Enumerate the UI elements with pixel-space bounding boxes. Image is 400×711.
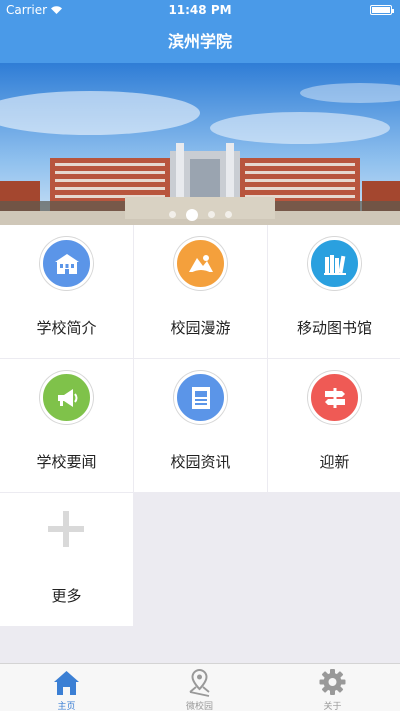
grid-item-label: 校园资讯 [170,453,231,471]
school-building-icon [40,237,93,290]
tab-home[interactable]: 主页 [0,664,133,711]
grid-item-school-news[interactable]: 学校要闻 [0,359,133,492]
tab-micro-campus[interactable]: 微校园 [133,664,266,711]
status-bar: Carrier 11:48 PM [0,0,400,20]
grid-item-label: 移动图书馆 [296,319,372,337]
carousel-indicator[interactable] [0,204,400,223]
gear-icon [316,668,349,698]
tab-label: 关于 [323,702,342,711]
signpost-icon [308,371,361,424]
megaphone-icon [40,371,93,424]
location-pin-icon [183,668,216,698]
grid-item-school-intro[interactable]: 学校简介 [0,225,133,358]
grid-item-label: 学校要闻 [36,453,97,471]
grid-item-campus-info[interactable]: 校园资讯 [134,359,267,492]
grid-item-more[interactable]: 更多 [0,493,133,626]
bookshelf-icon [308,237,361,290]
clock: 11:48 PM [168,3,232,17]
page-title: 滨州学院 [167,32,232,51]
newspaper-icon [174,371,227,424]
tab-label: 微校园 [185,702,213,711]
grid-item-label: 校园漫游 [170,319,231,337]
carousel-dot[interactable] [168,211,176,218]
map-route-icon [174,237,227,290]
campus-photo [0,63,400,225]
campus-banner[interactable] [0,63,400,225]
home-icon [50,668,83,698]
grid-item-label: 学校简介 [36,319,97,337]
plus-icon [46,509,86,549]
tab-bar: 主页 微校园 关于 [0,663,400,711]
carousel-dot-active[interactable] [185,208,198,221]
grid-item-label: 更多 [51,587,82,605]
battery-icon [370,5,394,15]
grid-item-freshmen[interactable]: 迎新 [268,359,400,492]
nav-bar: 滨州学院 [0,20,400,63]
grid-item-campus-tour[interactable]: 校园漫游 [134,225,267,358]
tab-about[interactable]: 关于 [266,664,399,711]
carousel-dot[interactable] [207,211,215,218]
grid-item-label: 迎新 [319,453,350,471]
carousel-dot[interactable] [224,211,232,218]
tab-label: 主页 [57,702,76,711]
grid-item-mobile-library[interactable]: 移动图书馆 [268,225,400,358]
